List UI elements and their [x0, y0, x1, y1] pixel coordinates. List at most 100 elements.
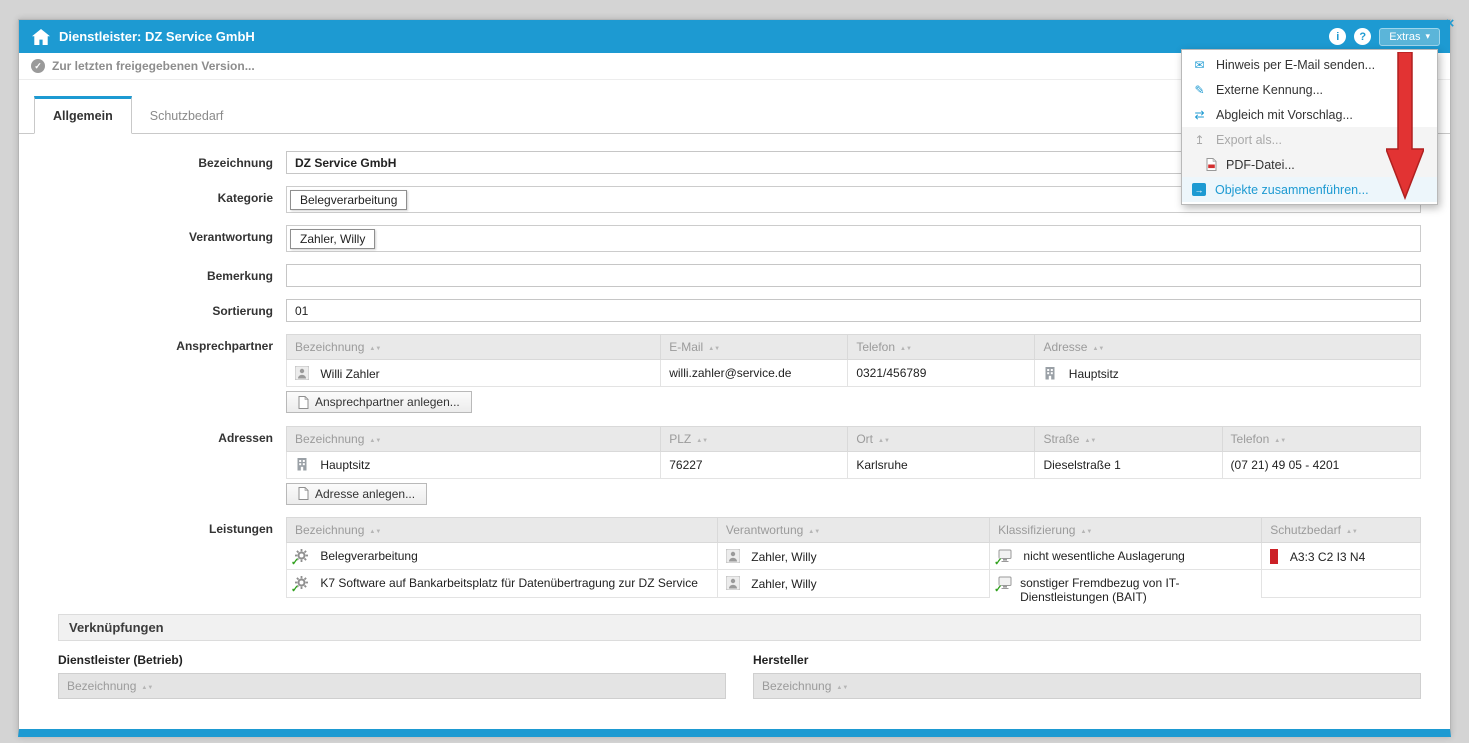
- menu-item-label: Abgleich mit Vorschlag...: [1216, 108, 1353, 122]
- field-row-sortierung: Sortierung: [19, 299, 1450, 322]
- table-row[interactable]: ✓ K7 Software auf Bankarbeitsplatz für D…: [287, 570, 1421, 598]
- tab-allgemein[interactable]: Allgemein: [34, 96, 132, 134]
- ansprechpartner-table: Bezeichnung▲▼ E-Mail▲▼ Telefon▲▼ Adresse…: [286, 334, 1421, 387]
- tab-schutzbedarf[interactable]: Schutzbedarf: [132, 99, 242, 133]
- cell-text: 76227: [669, 458, 702, 472]
- sortierung-input[interactable]: [286, 299, 1421, 322]
- cell-text: nicht wesentliche Auslagerung: [1023, 549, 1184, 563]
- titlebar-actions: i ? Extras ▾: [1329, 28, 1440, 46]
- classification-icon: ✓: [998, 549, 1013, 563]
- column-header-telefon[interactable]: Telefon▲▼: [1222, 426, 1420, 451]
- hersteller-table-header[interactable]: Bezeichnung▲▼: [753, 673, 1421, 699]
- classification-icon: ✓: [998, 576, 1013, 590]
- sort-icon: ▲▼: [708, 346, 720, 352]
- column-header-email[interactable]: E-Mail▲▼: [661, 335, 848, 360]
- close-button[interactable]: ×: [1440, 14, 1460, 32]
- service-gear-icon: ✓: [295, 576, 310, 590]
- menu-item-pdf-datei[interactable]: PDF-Datei...: [1182, 152, 1437, 177]
- column-header-telefon[interactable]: Telefon▲▼: [848, 335, 1035, 360]
- building-icon: [295, 457, 310, 471]
- info-icon[interactable]: i: [1329, 28, 1346, 45]
- column-header-strasse[interactable]: Straße▲▼: [1035, 426, 1222, 451]
- extras-button[interactable]: Extras ▾: [1379, 28, 1440, 46]
- ansprechpartner-anlegen-button[interactable]: Ansprechpartner anlegen...: [286, 391, 472, 413]
- table-row[interactable]: Hauptsitz 76227 Karlsruhe Dieselstraße 1…: [287, 451, 1421, 478]
- adresse-anlegen-button[interactable]: Adresse anlegen...: [286, 483, 427, 505]
- help-icon[interactable]: ?: [1354, 28, 1371, 45]
- column-header-bezeichnung[interactable]: Bezeichnung▲▼: [287, 426, 661, 451]
- sort-icon: ▲▼: [369, 438, 381, 444]
- column-header-plz[interactable]: PLZ▲▼: [661, 426, 848, 451]
- menu-item-export-als: ↥ Export als...: [1182, 127, 1437, 152]
- schutzbedarf-cell: A3:3 C2 I3 N4: [1262, 543, 1421, 570]
- pdf-icon: [1206, 158, 1217, 171]
- sort-icon: ▲▼: [900, 346, 912, 352]
- menu-item-abgleich-vorschlag[interactable]: ⇄ Abgleich mit Vorschlag...: [1182, 102, 1437, 127]
- menu-item-label: Objekte zusammenführen...: [1215, 183, 1369, 197]
- kategorie-chip[interactable]: Belegverarbeitung: [290, 190, 407, 210]
- column-header-bezeichnung[interactable]: Bezeichnung▲▼: [287, 335, 661, 360]
- sort-icon: ▲▼: [1092, 346, 1104, 352]
- menu-item-hinweis-email[interactable]: ✉ Hinweis per E-Mail senden...: [1182, 52, 1437, 77]
- sort-icon: ▲▼: [1274, 438, 1286, 444]
- menu-item-label: Hinweis per E-Mail senden...: [1216, 58, 1375, 72]
- caret-down-icon: ▾: [1425, 31, 1430, 42]
- ansprechpartner-label: Ansprechpartner: [19, 334, 273, 353]
- schutzbedarf-cell: [1262, 570, 1421, 598]
- verantwortung-chip[interactable]: Zahler, Willy: [290, 229, 375, 249]
- table-row[interactable]: Willi Zahler willi.zahler@service.de 032…: [287, 360, 1421, 387]
- approved-check-icon: ✓: [994, 584, 1002, 595]
- column-header-adresse[interactable]: Adresse▲▼: [1035, 335, 1421, 360]
- sort-icon: ▲▼: [696, 438, 708, 444]
- person-icon: [726, 576, 741, 590]
- cell-text: sonstiger Fremdbezug von IT-Dienstleistu…: [1020, 576, 1230, 604]
- cell-text: K7 Software auf Bankarbeitsplatz für Dat…: [320, 576, 698, 590]
- person-icon: [726, 549, 741, 563]
- new-document-icon: [298, 396, 309, 409]
- cell-text: Hauptsitz: [1069, 367, 1119, 381]
- cell-text: A3:3 C2 I3 N4: [1290, 550, 1365, 564]
- person-icon: [295, 366, 310, 380]
- edit-icon: ✎: [1192, 83, 1207, 97]
- merge-icon: →: [1192, 183, 1206, 196]
- sort-icon: ▲▼: [1084, 438, 1096, 444]
- export-icon: ↥: [1192, 133, 1207, 147]
- bemerkung-input[interactable]: [286, 264, 1421, 287]
- leistungen-table: Bezeichnung▲▼ Verantwortung▲▼ Klassifizi…: [286, 517, 1421, 598]
- cell-text: Zahler, Willy: [751, 550, 816, 564]
- kategorie-label: Kategorie: [19, 186, 273, 205]
- cell-text: Karlsruhe: [856, 458, 907, 472]
- menu-item-label: Externe Kennung...: [1216, 83, 1323, 97]
- approved-check-icon: ✓: [291, 584, 299, 595]
- verantwortung-field[interactable]: Zahler, Willy: [286, 225, 1421, 252]
- approved-check-icon: ✓: [994, 557, 1002, 568]
- menu-item-objekte-zusammenfuehren[interactable]: → Objekte zusammenführen...: [1182, 177, 1437, 202]
- sort-icon: ▲▼: [141, 685, 153, 691]
- menu-item-label: Export als...: [1216, 133, 1282, 147]
- cell-text: 0321/456789: [856, 366, 926, 380]
- sort-icon: ▲▼: [369, 529, 381, 535]
- bezeichnung-label: Bezeichnung: [19, 151, 273, 170]
- cell-text: Willi Zahler: [320, 367, 379, 381]
- sort-icon: ▲▼: [836, 685, 848, 691]
- button-label: Ansprechpartner anlegen...: [315, 395, 460, 409]
- column-header-verantwortung[interactable]: Verantwortung▲▼: [717, 518, 989, 543]
- table-row[interactable]: ✓ Belegverarbeitung Zahler, Willy: [287, 543, 1421, 570]
- dienstleister-betrieb-table-header[interactable]: Bezeichnung▲▼: [58, 673, 726, 699]
- column-header-bezeichnung[interactable]: Bezeichnung▲▼: [287, 518, 718, 543]
- adressen-table: Bezeichnung▲▼ PLZ▲▼ Ort▲▼ Straße▲▼ Telef…: [286, 426, 1421, 479]
- column-header-schutzbedarf[interactable]: Schutzbedarf▲▼: [1262, 518, 1421, 543]
- column-header-klassifizierung[interactable]: Klassifizierung▲▼: [990, 518, 1262, 543]
- extras-label: Extras: [1389, 31, 1420, 43]
- cell-text: willi.zahler@service.de: [669, 366, 791, 380]
- extras-menu: ✉ Hinweis per E-Mail senden... ✎ Externe…: [1181, 49, 1438, 205]
- menu-item-externe-kennung[interactable]: ✎ Externe Kennung...: [1182, 77, 1437, 102]
- dienstleister-betrieb-column: Dienstleister (Betrieb) Bezeichnung▲▼: [58, 653, 726, 699]
- building-icon: [1043, 366, 1058, 380]
- service-provider-icon: [31, 28, 51, 46]
- column-header-ort[interactable]: Ort▲▼: [848, 426, 1035, 451]
- window-title: Dienstleister: DZ Service GmbH: [59, 29, 255, 44]
- cell-text: Dieselstraße 1: [1043, 458, 1120, 472]
- hersteller-label: Hersteller: [753, 653, 1421, 667]
- cell-text: Zahler, Willy: [751, 577, 816, 591]
